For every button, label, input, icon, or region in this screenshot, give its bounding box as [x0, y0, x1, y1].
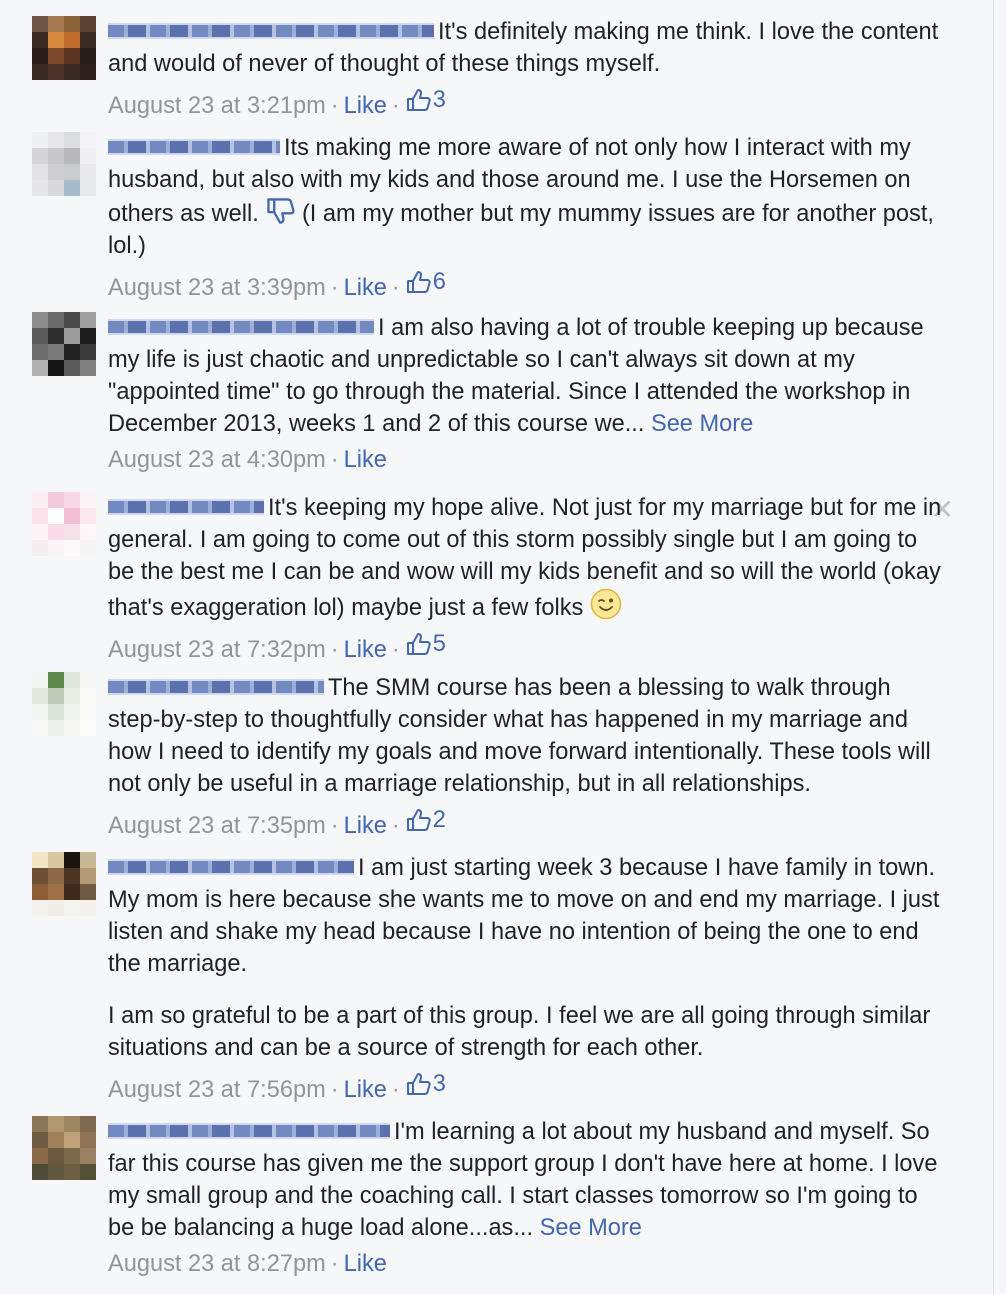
- like-button[interactable]: Like: [344, 275, 387, 301]
- thumbs-up-icon: [406, 1073, 431, 1095]
- comment-body: I am just starting week 3 because I have…: [108, 852, 943, 1106]
- see-more-link[interactable]: See More: [540, 1215, 642, 1241]
- comment-body: It's keeping my hope alive. Not just for…: [108, 492, 943, 666]
- thumbs-up-icon: [406, 633, 431, 655]
- user-avatar-icon[interactable]: [32, 1116, 96, 1180]
- thumbs-up-icon: [406, 271, 431, 293]
- comment-body: I'm learning a lot about my husband and …: [108, 1116, 943, 1280]
- user-avatar-icon[interactable]: [32, 16, 96, 80]
- like-button[interactable]: Like: [344, 637, 387, 663]
- see-more-link[interactable]: See More: [651, 411, 753, 437]
- timestamp[interactable]: August 23 at 3:39pm: [108, 275, 326, 301]
- reaction-count[interactable]: 6: [405, 266, 446, 298]
- reaction-count[interactable]: 5: [405, 628, 446, 660]
- comment-text: I am so grateful to be a part of this gr…: [108, 1003, 931, 1061]
- timestamp[interactable]: August 23 at 8:27pm: [108, 1251, 326, 1277]
- timestamp[interactable]: August 23 at 7:56pm: [108, 1077, 326, 1103]
- like-button[interactable]: Like: [344, 93, 387, 119]
- author-name[interactable]: [108, 498, 264, 515]
- timestamp[interactable]: August 23 at 7:35pm: [108, 813, 326, 839]
- author-name[interactable]: [108, 318, 374, 335]
- timestamp[interactable]: August 23 at 7:32pm: [108, 637, 326, 663]
- user-avatar-icon[interactable]: [32, 852, 96, 916]
- thumbs-up-icon: [406, 89, 431, 111]
- comment-meta: August 23 at 4:30pm · Like: [108, 447, 387, 473]
- like-button[interactable]: Like: [344, 1251, 387, 1277]
- reaction-count[interactable]: 3: [405, 1068, 446, 1100]
- comment-meta: August 23 at 8:27pm · Like: [108, 1251, 387, 1277]
- like-button[interactable]: Like: [344, 1077, 387, 1103]
- comment-meta: August 23 at 3:39pm · Like · 6: [108, 266, 943, 304]
- author-name[interactable]: [108, 138, 280, 155]
- thumbs-up-icon: [406, 809, 431, 831]
- comment-body: The SMM course has been a blessing to wa…: [108, 672, 943, 842]
- timestamp[interactable]: August 23 at 3:21pm: [108, 93, 326, 119]
- user-avatar-icon[interactable]: [32, 312, 96, 376]
- user-avatar-icon[interactable]: [32, 672, 96, 736]
- author-name[interactable]: [108, 678, 324, 695]
- comment-body: Its making me more aware of not only how…: [108, 132, 943, 304]
- scrollbar-track[interactable]: [993, 0, 1006, 1294]
- comment-meta: August 23 at 7:32pm · Like · 5: [108, 628, 943, 666]
- reaction-count[interactable]: 3: [405, 84, 446, 116]
- reaction-count[interactable]: 2: [405, 804, 446, 836]
- comment-meta: August 23 at 7:56pm · Like · 3: [108, 1068, 943, 1106]
- comment-meta: August 23 at 3:21pm · Like · 3: [108, 84, 943, 122]
- user-avatar-icon[interactable]: [32, 492, 96, 556]
- wink-emoji-icon: [590, 588, 622, 620]
- author-name[interactable]: [108, 22, 434, 39]
- like-button[interactable]: Like: [344, 813, 387, 839]
- thumbs-down-icon: [267, 198, 295, 224]
- like-button[interactable]: Like: [344, 447, 387, 473]
- comment-body: It's definitely making me think. I love …: [108, 16, 943, 122]
- comment-meta: August 23 at 7:35pm · Like · 2: [108, 804, 943, 842]
- comment-body: I am also having a lot of trouble keepin…: [108, 312, 943, 476]
- timestamp[interactable]: August 23 at 4:30pm: [108, 447, 326, 473]
- author-name[interactable]: [108, 1122, 390, 1139]
- user-avatar-icon[interactable]: [32, 132, 96, 196]
- author-name[interactable]: [108, 858, 354, 875]
